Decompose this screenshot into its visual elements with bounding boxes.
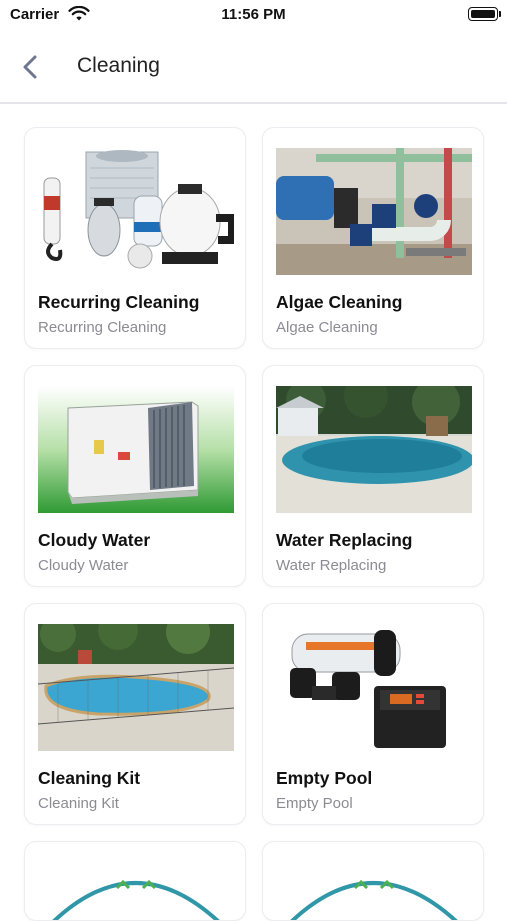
battery-tip [499,11,501,17]
service-title: Cleaning Kit [38,768,141,788]
pump-room-image [276,148,472,275]
services-grid: Recurring Cleaning Recurring Cleaning Al… [24,127,486,921]
service-card-cloudy-water[interactable]: Cloudy Water Cloudy Water [24,365,246,587]
service-title: Empty Pool [276,768,373,788]
service-card-water-replacing[interactable]: Water Replacing Water Replacing [262,365,484,587]
service-card-partial[interactable] [24,841,246,921]
service-card-cleaning-kit[interactable]: Cleaning Kit Cleaning Kit [24,603,246,825]
service-subtitle: Algae Cleaning [276,319,378,336]
service-subtitle: Recurring Cleaning [38,319,167,336]
status-bar: Carrier 11:56 PM [0,0,507,30]
pool-equipment-image [38,148,234,275]
service-subtitle: Empty Pool [276,795,353,812]
navigation-bar: Cleaning [0,30,507,104]
page-title: Cleaning [77,54,160,77]
service-subtitle: Cleaning Kit [38,795,119,812]
service-card-recurring-cleaning[interactable]: Recurring Cleaning Recurring Cleaning [24,127,246,349]
service-subtitle: Water Replacing [276,557,387,574]
service-card-algae-cleaning[interactable]: Algae Cleaning Algae Cleaning [262,127,484,349]
back-button[interactable] [14,50,48,84]
covered-pool-image [276,386,472,513]
service-logo-image [52,879,220,920]
status-time: 11:56 PM [221,6,286,23]
service-title: Recurring Cleaning [38,292,200,312]
fenced-pool-image [38,624,234,751]
service-logo-image [290,879,458,920]
service-card-partial[interactable] [262,841,484,921]
service-subtitle: Cloudy Water [38,557,129,574]
service-title: Water Replacing [276,530,413,550]
battery-icon [468,7,498,21]
salt-chlorinator-image [276,624,472,751]
chevron-left-icon [23,55,37,79]
service-title: Cloudy Water [38,530,151,550]
heat-pump-image [38,386,234,513]
service-card-empty-pool[interactable]: Empty Pool Empty Pool [262,603,484,825]
service-title: Algae Cleaning [276,292,403,312]
